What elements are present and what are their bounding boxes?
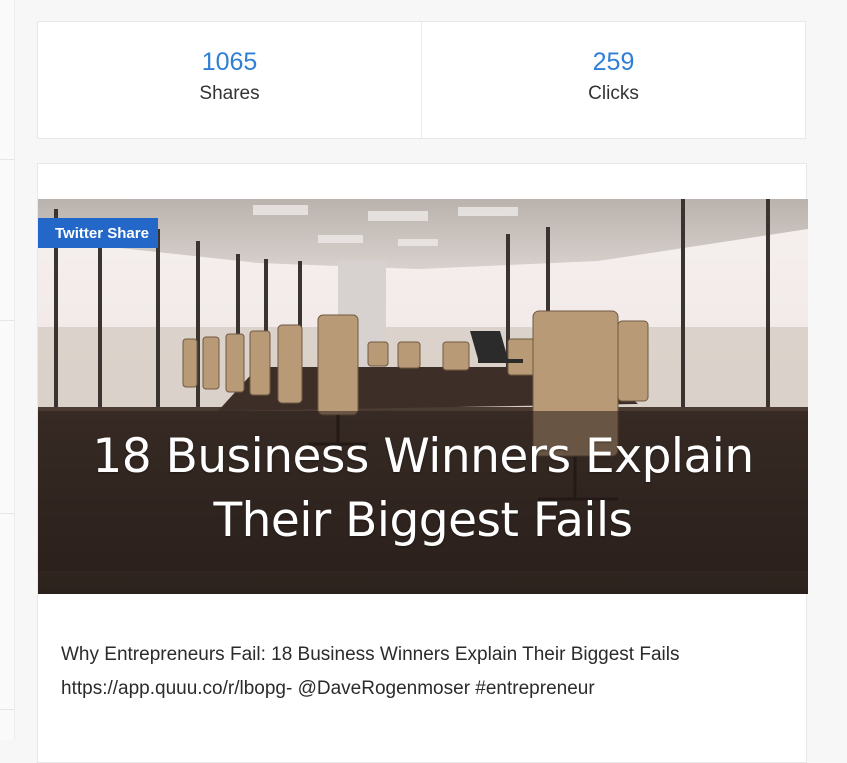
twitter-share-badge: Twitter Share	[38, 218, 158, 248]
image-title: 18 Business Winners Explain Their Bigges…	[38, 425, 808, 553]
left-sidebar-edge	[0, 0, 15, 740]
clicks-label: Clicks	[588, 83, 639, 104]
post-link-line[interactable]: https://app.quuu.co/r/lbopg- @DaveRogenm…	[61, 672, 791, 706]
post-image[interactable]: 18 Business Winners Explain Their Bigges…	[38, 199, 808, 594]
post-text-line: Why Entrepreneurs Fail: 18 Business Winn…	[61, 644, 680, 665]
post-card: 18 Business Winners Explain Their Bigges…	[37, 163, 808, 763]
shares-stat: 1065 Shares	[38, 22, 421, 138]
shares-label: Shares	[199, 83, 260, 104]
shares-count: 1065	[201, 48, 258, 76]
clicks-stat: 259 Clicks	[421, 22, 805, 138]
sidebar-divider	[0, 320, 14, 321]
image-title-line: Their Biggest Fails	[213, 493, 633, 548]
stats-card: 1065 Shares 259 Clicks	[37, 21, 806, 139]
sidebar-divider	[0, 159, 14, 160]
image-title-line: 18 Business Winners Explain	[92, 429, 754, 484]
sidebar-divider	[0, 709, 14, 710]
clicks-count: 259	[592, 48, 635, 76]
post-text: Why Entrepreneurs Fail: 18 Business Winn…	[61, 638, 791, 706]
sidebar-divider	[0, 513, 14, 514]
